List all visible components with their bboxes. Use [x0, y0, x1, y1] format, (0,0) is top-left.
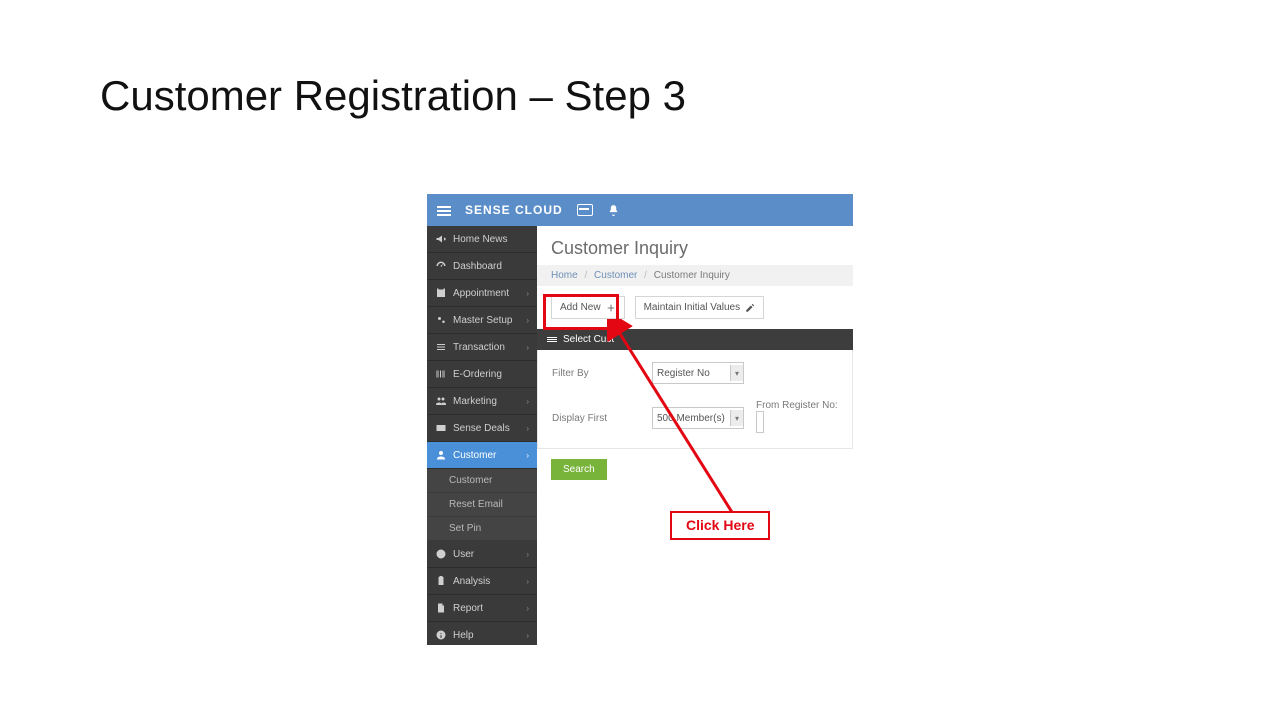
- chevron-right-icon: ›: [526, 343, 529, 352]
- app-screenshot: SENSE CLOUD Home News Dashboard Appointm…: [427, 194, 853, 645]
- breadcrumb-customer[interactable]: Customer: [594, 270, 637, 281]
- sidebar-item-marketing[interactable]: Marketing ›: [427, 388, 537, 415]
- search-bar: Search: [537, 449, 853, 490]
- sidebar-item-sense-deals[interactable]: Sense Deals ›: [427, 415, 537, 442]
- chevron-right-icon: ›: [526, 424, 529, 433]
- chevron-right-icon: ›: [526, 631, 529, 640]
- sidebar-subitem-customer[interactable]: Customer: [427, 469, 537, 493]
- search-button[interactable]: Search: [551, 459, 607, 480]
- cogs-icon: [435, 314, 447, 326]
- breadcrumb-home[interactable]: Home: [551, 270, 578, 281]
- sidebar-item-label: Transaction: [453, 342, 505, 353]
- chevron-down-icon: ▾: [730, 410, 743, 426]
- sidebar-item-label: Marketing: [453, 396, 497, 407]
- sidebar-item-customer[interactable]: Customer ›: [427, 442, 537, 469]
- filter-panel: Filter By Register No ▾ Display First 50…: [537, 350, 853, 449]
- list-icon: [435, 341, 447, 353]
- plus-icon: [606, 303, 616, 313]
- barcode-icon: [435, 368, 447, 380]
- sidebar-item-label: Report: [453, 603, 483, 614]
- person-icon: [435, 449, 447, 461]
- select-value: 500 Member(s): [657, 413, 725, 424]
- smile-icon: [435, 548, 447, 560]
- sidebar-item-appointment[interactable]: Appointment ›: [427, 280, 537, 307]
- chevron-right-icon: ›: [526, 604, 529, 613]
- from-register-no-input[interactable]: [756, 411, 764, 433]
- maintain-initial-values-button[interactable]: Maintain Initial Values: [635, 296, 765, 319]
- megaphone-icon: [435, 233, 447, 245]
- chevron-right-icon: ›: [526, 550, 529, 559]
- display-first-select[interactable]: 500 Member(s) ▾: [652, 407, 744, 429]
- breadcrumb-sep: /: [644, 270, 647, 281]
- filter-by-select[interactable]: Register No ▾: [652, 362, 744, 384]
- panel-header: Select Cust: [537, 329, 853, 350]
- button-label: Add New: [560, 302, 601, 313]
- top-bar: SENSE CLOUD: [427, 194, 853, 226]
- file-icon: [435, 602, 447, 614]
- bell-icon[interactable]: [607, 204, 620, 217]
- sidebar-item-label: Help: [453, 630, 474, 641]
- sidebar-item-label: Analysis: [453, 576, 490, 587]
- slide-title: Customer Registration – Step 3: [100, 72, 686, 120]
- sidebar-item-user[interactable]: User ›: [427, 541, 537, 568]
- sidebar-item-dashboard[interactable]: Dashboard: [427, 253, 537, 280]
- button-label: Maintain Initial Values: [644, 302, 741, 313]
- card-icon: [435, 422, 447, 434]
- add-new-button[interactable]: Add New: [551, 296, 625, 319]
- filter-by-label: Filter By: [552, 368, 642, 379]
- sidebar-item-label: User: [453, 549, 474, 560]
- calendar-icon: [435, 287, 447, 299]
- breadcrumb-sep: /: [584, 270, 587, 281]
- sidebar-item-e-ordering[interactable]: E-Ordering: [427, 361, 537, 388]
- chevron-right-icon: ›: [526, 289, 529, 298]
- sidebar: Home News Dashboard Appointment › Master…: [427, 226, 537, 645]
- breadcrumb: Home / Customer / Customer Inquiry: [537, 265, 853, 286]
- sidebar-item-label: Sense Deals: [453, 423, 510, 434]
- pencil-icon: [745, 303, 755, 313]
- panel-header-label: Select Cust: [563, 334, 614, 345]
- main-panel: Customer Inquiry Home / Customer / Custo…: [537, 226, 853, 645]
- sidebar-item-label: E-Ordering: [453, 369, 502, 380]
- sidebar-item-master-setup[interactable]: Master Setup ›: [427, 307, 537, 334]
- chevron-right-icon: ›: [526, 316, 529, 325]
- display-first-label: Display First: [552, 413, 642, 424]
- gauge-icon: [435, 260, 447, 272]
- chevron-right-icon: ›: [526, 577, 529, 586]
- select-value: Register No: [657, 368, 710, 379]
- sidebar-item-report[interactable]: Report ›: [427, 595, 537, 622]
- sidebar-item-transaction[interactable]: Transaction ›: [427, 334, 537, 361]
- page-title: Customer Inquiry: [537, 226, 853, 265]
- sidebar-item-label: Dashboard: [453, 261, 502, 272]
- toggle-bar-icon[interactable]: [577, 204, 593, 216]
- sidebar-item-analysis[interactable]: Analysis ›: [427, 568, 537, 595]
- chevron-down-icon: ▾: [730, 365, 743, 381]
- sidebar-submenu-customer: Customer Reset Email Set Pin: [427, 469, 537, 541]
- from-register-no-label: From Register No:: [752, 400, 838, 411]
- app-brand: SENSE CLOUD: [465, 203, 563, 217]
- sidebar-item-label: Home News: [453, 234, 507, 245]
- list-icon: [547, 336, 557, 344]
- hamburger-icon[interactable]: [437, 204, 451, 216]
- toolbar: Add New Maintain Initial Values: [537, 286, 853, 329]
- clipboard-icon: [435, 575, 447, 587]
- sidebar-item-label: Appointment: [453, 288, 509, 299]
- breadcrumb-current: Customer Inquiry: [654, 270, 730, 281]
- sidebar-item-label: Master Setup: [453, 315, 512, 326]
- sidebar-item-help[interactable]: Help ›: [427, 622, 537, 645]
- sidebar-item-home-news[interactable]: Home News: [427, 226, 537, 253]
- chevron-right-icon: ›: [526, 451, 529, 460]
- chevron-right-icon: ›: [526, 397, 529, 406]
- info-icon: [435, 629, 447, 641]
- sidebar-subitem-set-pin[interactable]: Set Pin: [427, 517, 537, 541]
- users-icon: [435, 395, 447, 407]
- sidebar-subitem-reset-email[interactable]: Reset Email: [427, 493, 537, 517]
- sidebar-item-label: Customer: [453, 450, 496, 461]
